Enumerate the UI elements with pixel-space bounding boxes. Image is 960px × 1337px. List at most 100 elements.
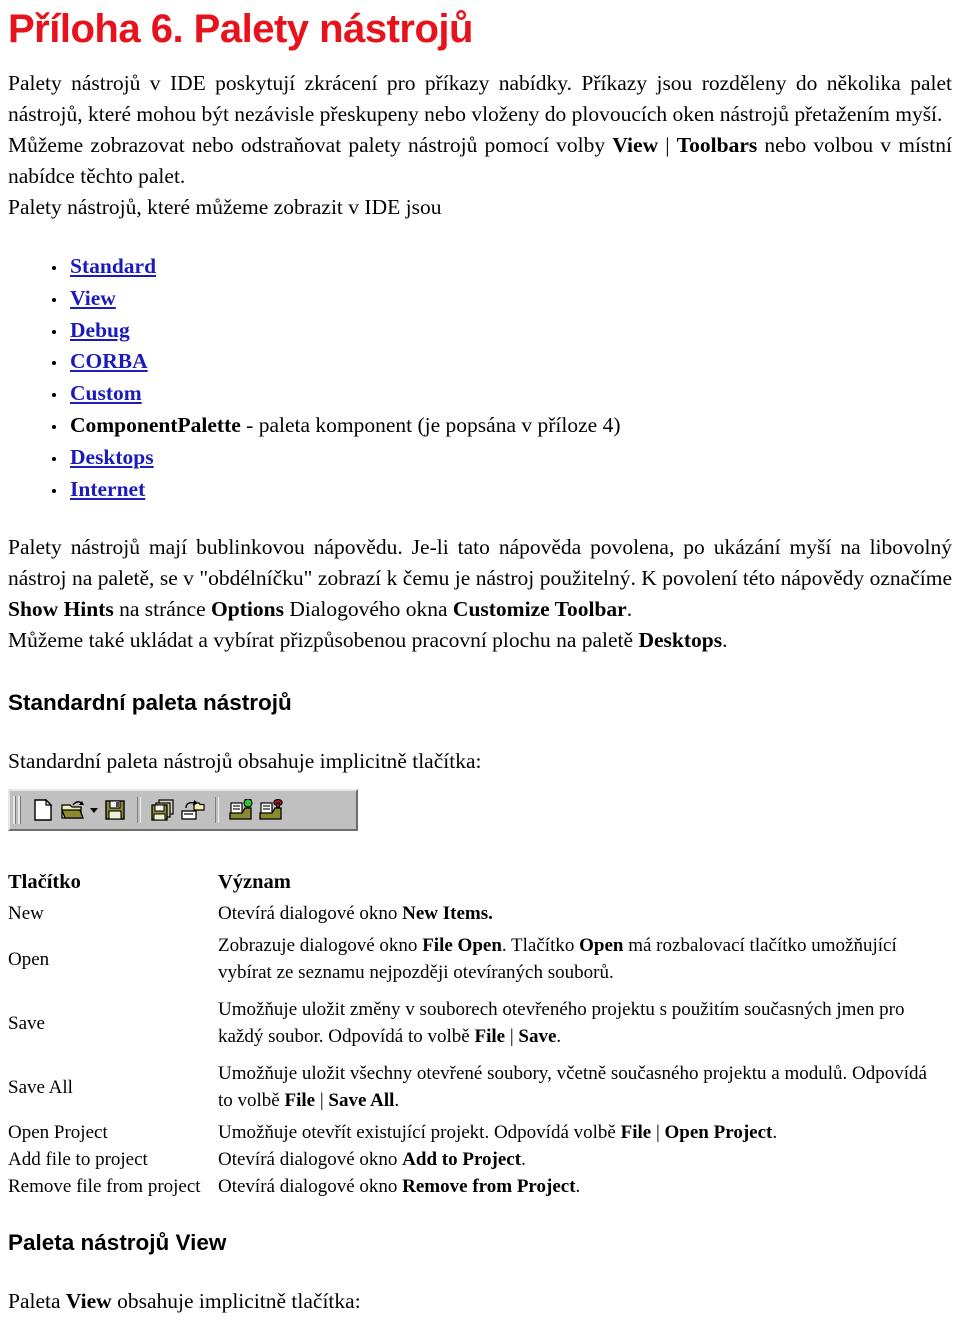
list-item: View: [52, 283, 960, 315]
palette-link-view[interactable]: View: [70, 286, 116, 310]
palette-link-debug[interactable]: Debug: [70, 318, 130, 342]
desc-part-bold: Add to Project: [402, 1149, 522, 1171]
page-title: Příloha 6. Palety nástrojů: [8, 7, 473, 51]
save-all-button[interactable]: [148, 795, 178, 825]
new-file-button[interactable]: [28, 795, 58, 825]
list-item: ComponentPalette - paleta komponent (je …: [52, 410, 960, 442]
list-item: Custom: [52, 378, 960, 410]
toolbar-drag-handle[interactable]: [13, 795, 22, 825]
options-term: Options: [211, 597, 284, 622]
intro-2-lead: Můžeme zobrazovat nebo odstraňovat palet…: [8, 133, 613, 157]
paragraph-intro-1-text: Palety nástrojů v IDE poskytují zkrácení…: [8, 71, 952, 126]
desc-part: |: [505, 1026, 519, 1048]
cell-button-name: Open Project: [8, 1122, 108, 1144]
table-row: Save Umožňuje uložit změny v souborech o…: [0, 991, 952, 1055]
column-header-button: Tlačítko: [8, 871, 81, 894]
desc-part-bold: Remove from Project: [402, 1176, 576, 1198]
cell-button-name: Save All: [8, 1076, 73, 1098]
remove-file-from-project-button[interactable]: [256, 795, 286, 825]
cell-button-name: Open: [8, 948, 50, 970]
menu-toolbars-term: Toolbars: [676, 133, 758, 157]
table-row: Open Zobrazuje dialogové okno File Open.…: [0, 927, 952, 991]
open-project-icon: [181, 799, 205, 821]
desktops-term: Desktops: [638, 628, 723, 653]
list-item: Standard: [52, 251, 960, 283]
open-recent-dropdown-button[interactable]: [88, 795, 100, 825]
list-item: Debug: [52, 315, 960, 347]
open-project-button[interactable]: [178, 795, 208, 825]
palette-link-desktops[interactable]: Desktops: [70, 445, 154, 469]
desktops-period: .: [722, 628, 728, 653]
desc-part: .: [394, 1090, 400, 1112]
desc-part-bold: New Items.: [402, 903, 493, 925]
paragraph-desktops: Můžeme také ukládat a vybírat přizpůsobe…: [8, 625, 952, 656]
list-item: CORBA: [52, 346, 960, 378]
desc-part: Zobrazuje dialogové okno: [218, 935, 423, 957]
table-row: Add file to project Otevírá dialogové ok…: [0, 1146, 952, 1173]
paragraph-intro-3-text: Palety nástrojů, které můžeme zobrazit v…: [8, 195, 442, 219]
list-item: Desktops: [52, 442, 960, 474]
heading-view-toolbar: Paleta nástrojů View: [8, 1230, 227, 1256]
hints-section: Palety nástrojů mají bublinkovou nápověd…: [0, 532, 960, 656]
desc-part-bold: File: [620, 1122, 652, 1144]
desc-part-bold: File Open: [422, 935, 502, 957]
add-file-to-project-icon: [229, 799, 253, 821]
show-hints-term: Show Hints: [8, 597, 114, 622]
cell-description: Umožňuje otevřít existující projekt. Odp…: [218, 1119, 952, 1146]
paragraph-standard-intro: Standardní paleta nástrojů obsahuje impl…: [8, 746, 952, 777]
desc-part: Otevírá dialogové okno: [218, 1176, 403, 1198]
standard-toolbar-image-wrap: [0, 789, 960, 832]
open-file-button[interactable]: [58, 795, 88, 825]
standard-intro-text: Standardní paleta nástrojů obsahuje impl…: [8, 749, 482, 774]
cell-description: Umožňuje uložit všechny otevřené soubory…: [218, 1055, 952, 1119]
paragraph-intro-1: Palety nástrojů v IDE poskytují zkrácení…: [8, 68, 952, 130]
desc-part: .: [772, 1122, 778, 1144]
desc-part-bold: File: [284, 1090, 316, 1112]
standard-intro-wrap: Standardní paleta nástrojů obsahuje impl…: [0, 746, 960, 777]
standard-toolbar[interactable]: [8, 789, 358, 832]
desc-part: Umožňuje uložit změny v souborech otevře…: [218, 999, 905, 1048]
hints-mid-1: na stránce: [113, 597, 212, 622]
cell-button-name: Save: [8, 1012, 45, 1034]
desc-part: .: [575, 1176, 581, 1198]
menu-view-term: View: [612, 133, 659, 157]
view-intro-wrap: Paleta View obsahuje implicitně tlačítka…: [0, 1286, 960, 1317]
view-term: View: [65, 1289, 112, 1314]
desc-part: Otevírá dialogové okno: [218, 903, 403, 925]
table-row: Open Project Umožňuje otevřít existující…: [0, 1119, 952, 1146]
palette-link-custom[interactable]: Custom: [70, 381, 142, 405]
add-file-to-project-button[interactable]: [226, 795, 256, 825]
desc-part: . Tlačítko: [501, 935, 580, 957]
palette-link-corba[interactable]: CORBA: [70, 349, 148, 373]
save-button[interactable]: [100, 795, 130, 825]
palette-link-internet[interactable]: Internet: [70, 477, 145, 501]
palette-suffix-componentpalette: - paleta komponent (je popsána v příloze…: [240, 412, 621, 437]
cell-button-name: New: [8, 903, 44, 925]
heading-standard-toolbar: Standardní paleta nástrojů: [8, 690, 292, 716]
toolbar-separator-1: [137, 797, 141, 824]
desc-part: |: [651, 1122, 665, 1144]
table-row: New Otevírá dialogové okno New Items.: [0, 900, 952, 927]
hints-mid-2: Dialogového okna: [283, 597, 453, 622]
palette-link-standard[interactable]: Standard: [70, 254, 156, 278]
cell-description: Otevírá dialogové okno Remove from Proje…: [218, 1173, 952, 1200]
view-intro-lead: Paleta: [8, 1289, 66, 1314]
desc-part: .: [521, 1149, 526, 1171]
menu-separator-pipe: |: [658, 133, 677, 157]
cell-button-name: Remove file from project: [8, 1176, 201, 1198]
column-header-meaning: Význam: [218, 871, 291, 894]
cell-button-name: Add file to project: [8, 1149, 148, 1171]
desc-part: |: [315, 1090, 329, 1112]
hints-period-1: .: [626, 597, 633, 622]
paragraph-intro-3: Palety nástrojů, které můžeme zobrazit v…: [8, 192, 952, 223]
open-folder-icon: [61, 799, 85, 821]
desc-part-bold: Open: [579, 935, 624, 957]
customize-toolbar-term: Customize Toolbar: [452, 597, 627, 622]
desc-part: .: [556, 1026, 562, 1048]
view-intro-tail: obsahuje implicitně tlačítka:: [111, 1289, 361, 1314]
document-page: Příloha 6. Palety nástrojů Palety nástro…: [0, 0, 960, 1337]
hints-lead: Palety nástrojů mají bublinkovou nápověd…: [8, 535, 952, 591]
toolbar-separator-2: [215, 797, 219, 824]
cell-description: Umožňuje uložit změny v souborech otevře…: [218, 991, 952, 1055]
desc-part-bold: Open Project: [664, 1122, 773, 1144]
